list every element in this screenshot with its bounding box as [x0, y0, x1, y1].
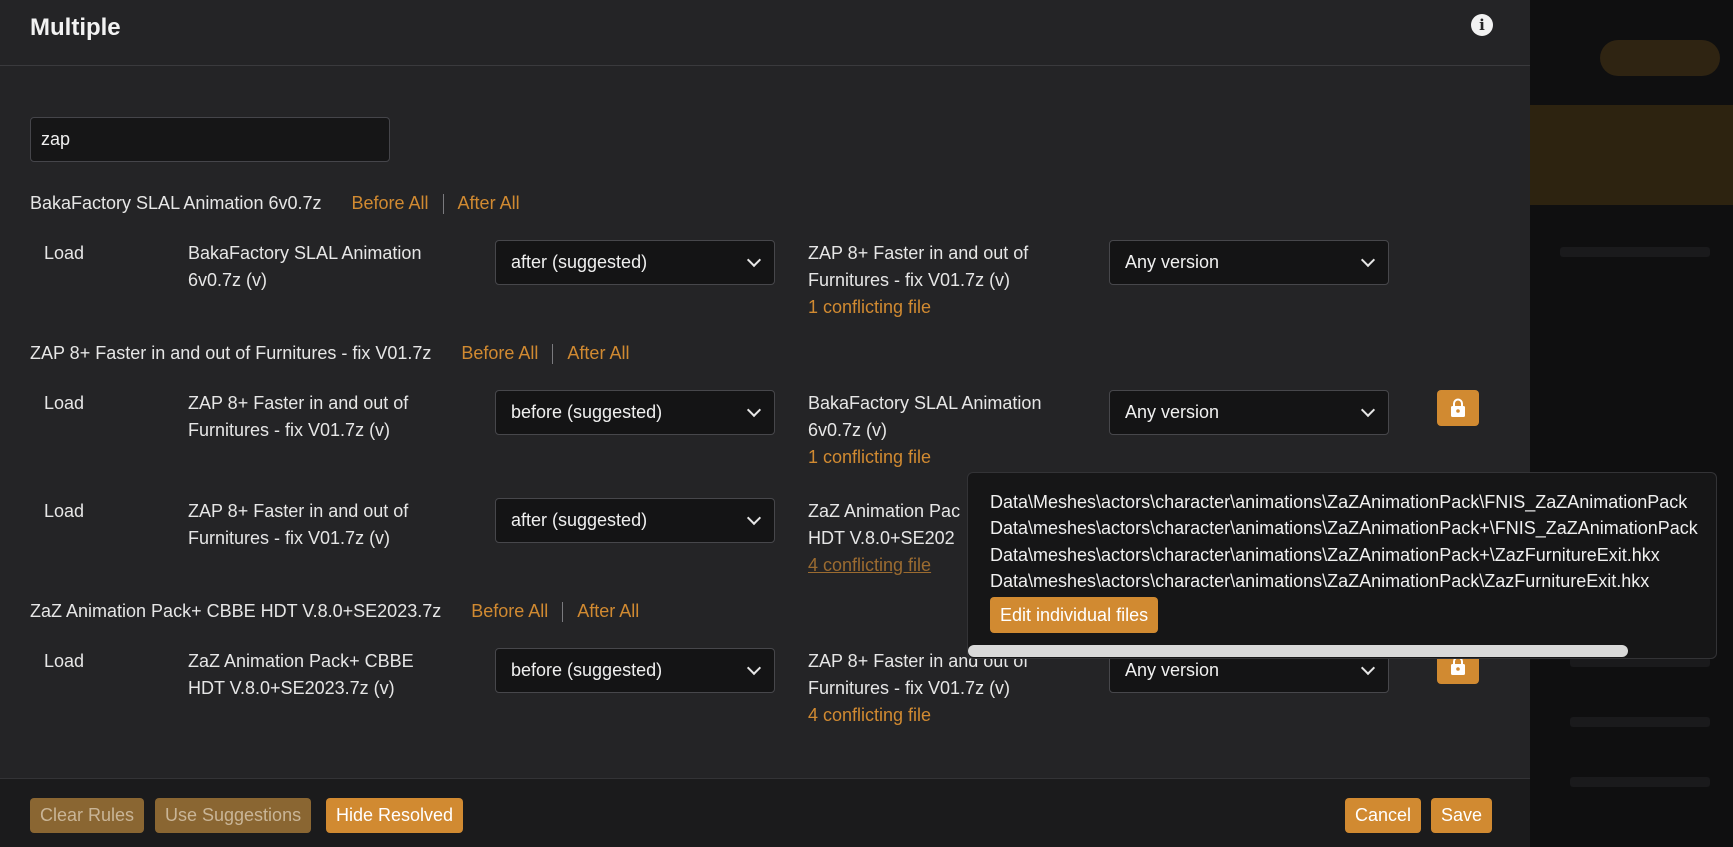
version-value: Any version — [1125, 402, 1220, 422]
modal-title: Multiple — [30, 14, 121, 41]
group-title: ZAP 8+ Faster in and out of Furnitures -… — [30, 343, 432, 363]
chevron-down-icon — [1360, 660, 1376, 676]
group-header: ZaZ Animation Pack+ CBBE HDT V.8.0+SE202… — [30, 601, 639, 622]
relation-select[interactable]: after (suggested) — [495, 498, 775, 543]
before-all-link[interactable]: Before All — [471, 601, 548, 622]
filter-input[interactable] — [30, 117, 390, 162]
relation-select[interactable]: before (suggested) — [495, 648, 775, 693]
divider — [442, 193, 444, 214]
version-value: Any version — [1125, 660, 1220, 680]
rule-source: ZAP 8+ Faster in and out of Furnitures -… — [188, 498, 408, 552]
divider — [562, 601, 564, 622]
group-header: ZAP 8+ Faster in and out of Furnitures -… — [30, 343, 629, 364]
rule-reference: BakaFactory SLAL Animation 6v0.7z (v) 1 … — [808, 390, 1041, 471]
rule-reference-line: BakaFactory SLAL Animation — [808, 393, 1042, 413]
conflict-link[interactable]: 4 conflicting file — [808, 702, 1028, 729]
version-value: Any version — [1125, 252, 1220, 272]
chevron-down-icon — [1360, 402, 1376, 418]
rule-source-line: 6v0.7z (v) — [188, 270, 268, 290]
group-title: ZaZ Animation Pack+ CBBE HDT V.8.0+SE202… — [30, 601, 442, 621]
conflict-link[interactable]: 1 conflicting file — [808, 294, 1028, 321]
backdrop-text — [1570, 777, 1710, 787]
cancel-button[interactable]: Cancel — [1345, 798, 1422, 833]
rule-type: Load — [44, 651, 85, 671]
rule-source: ZaZ Animation Pack+ CBBE HDT V.8.0+SE202… — [188, 648, 414, 702]
relation-value: before (suggested) — [511, 660, 663, 680]
before-all-link[interactable]: Before All — [461, 343, 538, 364]
rule-reference-line: HDT V.8.0+SE202 — [808, 528, 955, 548]
rule-reference: ZAP 8+ Faster in and out of Furnitures -… — [808, 648, 1028, 729]
lock-icon — [1451, 656, 1465, 675]
rule-type: Load — [44, 243, 85, 263]
group-header: BakaFactory SLAL Animation 6v0.7z Before… — [30, 193, 520, 214]
rule-reference-line: Furnitures - fix V01.7z (v) — [808, 678, 1011, 698]
rule-reference: ZAP 8+ Faster in and out of Furnitures -… — [808, 240, 1028, 321]
chevron-down-icon — [746, 402, 762, 418]
conflict-file-path: Data\meshes\actors\character\animations\… — [990, 518, 1698, 538]
after-all-link[interactable]: After All — [458, 193, 520, 214]
rule-reference-line: Furnitures - fix V01.7z (v) — [808, 270, 1011, 290]
after-all-link[interactable]: After All — [577, 601, 639, 622]
backdrop-text — [1560, 247, 1710, 257]
rule-source-line: Furnitures - fix V01.7z (v) — [188, 528, 391, 548]
backdrop-banner — [1530, 105, 1733, 205]
rule-source: ZAP 8+ Faster in and out of Furnitures -… — [188, 390, 408, 444]
lock-icon — [1451, 398, 1465, 417]
relation-select[interactable]: before (suggested) — [495, 390, 775, 435]
version-select[interactable]: Any version — [1109, 240, 1389, 285]
relation-value: before (suggested) — [511, 402, 663, 422]
backdrop-text — [1570, 717, 1710, 727]
relation-value: after (suggested) — [511, 510, 648, 530]
rule-source-line: HDT V.8.0+SE2023.7z (v) — [188, 678, 395, 698]
rule-type: Load — [44, 501, 85, 521]
info-icon[interactable]: i — [1471, 14, 1493, 36]
rule-source-line: ZAP 8+ Faster in and out of — [188, 393, 409, 413]
hide-resolved-button[interactable]: Hide Resolved — [326, 798, 464, 833]
rule-source-line: Furnitures - fix V01.7z (v) — [188, 420, 391, 440]
backdrop-button — [1600, 40, 1720, 76]
chevron-down-icon — [746, 660, 762, 676]
lock-button[interactable] — [1437, 390, 1479, 426]
rule-reference-line: ZaZ Animation Pac — [808, 501, 961, 521]
version-select[interactable]: Any version — [1109, 390, 1389, 435]
rule-reference: ZaZ Animation Pac HDT V.8.0+SE202 4 conf… — [808, 498, 960, 579]
rule-source-line: BakaFactory SLAL Animation — [188, 243, 422, 263]
rule-reference-line: 6v0.7z (v) — [808, 420, 888, 440]
rule-source-line: ZaZ Animation Pack+ CBBE — [188, 651, 414, 671]
before-all-link[interactable]: Before All — [352, 193, 429, 214]
conflict-file-path: Data\Meshes\actors\character\animations\… — [990, 492, 1688, 512]
save-button[interactable]: Save — [1431, 798, 1493, 833]
conflict-link[interactable]: 1 conflicting file — [808, 444, 1041, 471]
modal-header: Multiple i — [0, 0, 1530, 66]
conflict-link[interactable]: 4 conflicting file — [808, 552, 960, 579]
divider — [552, 343, 554, 364]
conflict-files-popover: Data\Meshes\actors\character\animations\… — [967, 472, 1717, 659]
rule-reference-line: ZAP 8+ Faster in and out of — [808, 243, 1029, 263]
chevron-down-icon — [746, 252, 762, 268]
rule-source: BakaFactory SLAL Animation 6v0.7z (v) — [188, 240, 421, 294]
chevron-down-icon — [746, 510, 762, 526]
conflict-file-path: Data\meshes\actors\character\animations\… — [990, 571, 1650, 591]
after-all-link[interactable]: After All — [567, 343, 629, 364]
rules-modal: Multiple i BakaFactory SLAL Animation 6v… — [0, 0, 1530, 847]
conflict-file-path: Data\meshes\actors\character\animations\… — [990, 545, 1660, 565]
horizontal-scrollbar[interactable] — [968, 645, 1628, 657]
use-suggestions-button[interactable]: Use Suggestions — [155, 798, 312, 833]
clear-rules-button[interactable]: Clear Rules — [30, 798, 145, 833]
chevron-down-icon — [1360, 252, 1376, 268]
rule-source-line: ZAP 8+ Faster in and out of — [188, 501, 409, 521]
relation-value: after (suggested) — [511, 252, 648, 272]
relation-select[interactable]: after (suggested) — [495, 240, 775, 285]
group-title: BakaFactory SLAL Animation 6v0.7z — [30, 193, 322, 213]
edit-individual-files-button[interactable]: Edit individual files — [990, 597, 1159, 633]
rule-type: Load — [44, 393, 85, 413]
